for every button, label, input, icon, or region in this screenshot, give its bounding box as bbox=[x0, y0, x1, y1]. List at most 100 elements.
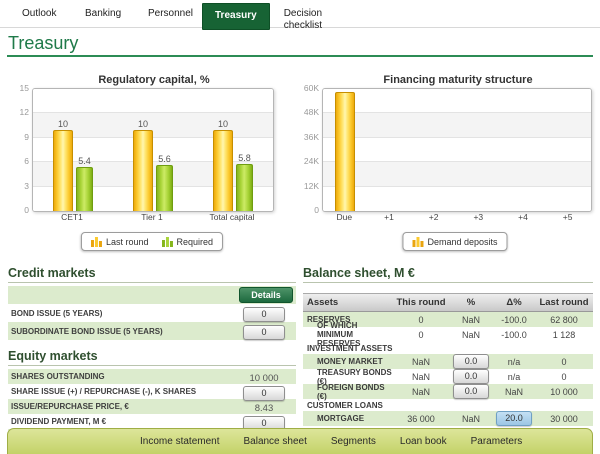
category-slot-total-capital: 105.8 bbox=[193, 89, 273, 211]
cell-value: NaN bbox=[412, 387, 430, 397]
equity-markets-label: ISSUE/REPURCHASE PRICE, € bbox=[11, 402, 235, 411]
treasury-bonds-input[interactable]: 0.0 bbox=[453, 369, 489, 384]
footer-link-loan-book[interactable]: Loan book bbox=[400, 436, 447, 447]
tab-outlook[interactable]: Outlook bbox=[22, 0, 85, 20]
balance-sheet-row-foreign-bonds: FOREIGN BONDS (€)NaN0.0NaN10 000 bbox=[303, 384, 593, 399]
legend-label: Demand deposits bbox=[427, 237, 497, 247]
legend-label: Required bbox=[177, 237, 214, 247]
column-header-: Δ% bbox=[493, 297, 535, 308]
subordinate-bond-issue-5-years-input[interactable]: 0 bbox=[243, 325, 285, 340]
cell-value: n/a bbox=[508, 372, 521, 382]
credit-markets-row: SUBORDINATE BOND ISSUE (5 YEARS)0 bbox=[8, 322, 296, 340]
footer-link-parameters[interactable]: Parameters bbox=[471, 436, 523, 447]
x-axis-label: Total capital bbox=[192, 212, 272, 222]
cell-value: NaN bbox=[462, 330, 480, 340]
credit-markets-rows: BOND ISSUE (5 YEARS)0SUBORDINATE BOND IS… bbox=[8, 304, 296, 340]
x-axis-label: CET1 bbox=[32, 212, 112, 222]
cell-value: 0 bbox=[561, 372, 566, 382]
legend-item-demand-deposits: Demand deposits bbox=[412, 236, 497, 247]
bar-demand-deposits: 58.4K bbox=[335, 92, 355, 211]
cell-value: 36 000 bbox=[407, 414, 435, 424]
bar-value-label: 10 bbox=[218, 119, 228, 129]
footer-link-segments[interactable]: Segments bbox=[331, 436, 376, 447]
bar-required: 5.8 bbox=[236, 164, 253, 211]
cell-value: -100.0 bbox=[501, 315, 527, 325]
cell-this-round: 0 bbox=[393, 315, 449, 325]
tab-treasury[interactable]: Treasury bbox=[202, 3, 270, 30]
balance-sheet-row-customer-loans: CUSTOMER LOANS bbox=[303, 399, 593, 411]
section-divider bbox=[303, 282, 593, 283]
bar-required: 5.6 bbox=[156, 165, 173, 211]
cell-: 0.0 bbox=[449, 369, 493, 384]
footer-link-balance-sheet[interactable]: Balance sheet bbox=[243, 436, 306, 447]
bar-last-round: 10 bbox=[53, 130, 73, 211]
bond-issue-5-years-input[interactable]: 0 bbox=[243, 307, 285, 322]
category-slot-tier-1: 105.6 bbox=[113, 89, 193, 211]
x-axis-label: Tier 1 bbox=[112, 212, 192, 222]
cell-: NaN bbox=[449, 330, 493, 340]
tab-banking[interactable]: Banking bbox=[85, 0, 148, 20]
y-axis-tick: 0 bbox=[18, 205, 29, 215]
y-axis-tick: 24K bbox=[302, 156, 319, 166]
tab-decision-checklist[interactable]: Decision checklist bbox=[284, 0, 347, 31]
details-button[interactable]: Details bbox=[239, 287, 293, 303]
balance-sheet-row-of-which-minimum-reserves: OF WHICH MINIMUM RESERVES0NaN-100.01 128 bbox=[303, 327, 593, 342]
cell-last-round: 30 000 bbox=[535, 414, 593, 424]
cell-value: 1 128 bbox=[553, 330, 576, 340]
y-axis-tick: 60K bbox=[302, 83, 319, 93]
column-header-this-round: This round bbox=[393, 297, 449, 308]
bar-last-round: 10 bbox=[213, 130, 233, 211]
money-market-input[interactable]: 0.0 bbox=[453, 354, 489, 369]
equity-markets-heading: Equity markets bbox=[8, 349, 296, 363]
cell-value: NaN bbox=[412, 372, 430, 382]
balance-sheet-panel: Balance sheet, M € AssetsThis round%Δ%La… bbox=[303, 266, 593, 426]
cell-value: NaN bbox=[412, 357, 430, 367]
balance-sheet-row-investment-assets: INVESTMENT ASSETS bbox=[303, 342, 593, 354]
balance-sheet-header: AssetsThis round%Δ%Last round bbox=[303, 293, 593, 312]
cell-this-round: 36 000 bbox=[393, 414, 449, 424]
details-row: Details bbox=[8, 286, 296, 304]
y-axis-tick: 12K bbox=[302, 181, 319, 191]
row-label: CUSTOMER LOANS bbox=[303, 401, 593, 410]
footer-link-income-statement[interactable]: Income statement bbox=[140, 436, 219, 447]
section-divider bbox=[8, 282, 296, 283]
plot-wrap: 105.4105.6105.8 bbox=[18, 88, 276, 210]
cell-value: 0 bbox=[561, 357, 566, 367]
cell-value: -100.0 bbox=[501, 330, 527, 340]
category-slot-5 bbox=[546, 89, 591, 211]
x-axis-label: Due bbox=[322, 212, 367, 222]
bar-last-round: 10 bbox=[133, 130, 153, 211]
row-label: INVESTMENT ASSETS bbox=[303, 344, 593, 353]
bar-value-label: 10 bbox=[58, 119, 68, 129]
mortgage-input[interactable]: 20.0 bbox=[496, 411, 532, 426]
cell-value: NaN bbox=[462, 414, 480, 424]
balance-sheet-row-mortgage: MORTGAGE36 000NaN20.030 000 bbox=[303, 411, 593, 426]
cell-last-round: 1 128 bbox=[535, 330, 593, 340]
foreign-bonds-input[interactable]: 0.0 bbox=[453, 384, 489, 399]
balance-sheet-heading: Balance sheet, M € bbox=[303, 266, 593, 280]
mini-bar-chart-icon bbox=[91, 236, 102, 247]
chart-financing-maturity: Financing maturity structure58.4K012K24K… bbox=[302, 74, 594, 224]
equity-markets-label: SHARES OUTSTANDING bbox=[11, 372, 235, 381]
chart-title: Regulatory capital, % bbox=[32, 74, 276, 88]
cell-: 20.0 bbox=[493, 411, 535, 426]
legend-financing-maturity[interactable]: Demand deposits bbox=[402, 232, 507, 251]
cell-value: 30 000 bbox=[550, 414, 578, 424]
cell-value: n/a bbox=[508, 357, 521, 367]
category-slot-4 bbox=[502, 89, 547, 211]
x-axis-labels: CET1Tier 1Total capital bbox=[32, 212, 272, 224]
equity-markets-label: SHARE ISSUE (+) / REPURCHASE (-), K SHAR… bbox=[11, 387, 235, 396]
y-axis-tick: 36K bbox=[302, 132, 319, 142]
chart-regulatory-capital: Regulatory capital, %105.4105.6105.80369… bbox=[18, 74, 276, 224]
legend-label: Last round bbox=[106, 237, 149, 247]
y-axis-tick: 9 bbox=[18, 132, 29, 142]
decisions-column: Credit markets Details BOND ISSUE (5 YEA… bbox=[8, 266, 296, 444]
chart-title: Financing maturity structure bbox=[322, 74, 594, 88]
category-slot-due: 58.4K bbox=[323, 89, 368, 211]
x-axis-label: +1 bbox=[367, 212, 412, 222]
bar-value-label: 10 bbox=[138, 119, 148, 129]
credit-markets-value-cell: 0 bbox=[235, 322, 293, 340]
cell-value: 10 000 bbox=[550, 387, 578, 397]
legend-regulatory-capital[interactable]: Last round Required bbox=[81, 232, 223, 251]
column-header-last-round: Last round bbox=[535, 297, 593, 308]
